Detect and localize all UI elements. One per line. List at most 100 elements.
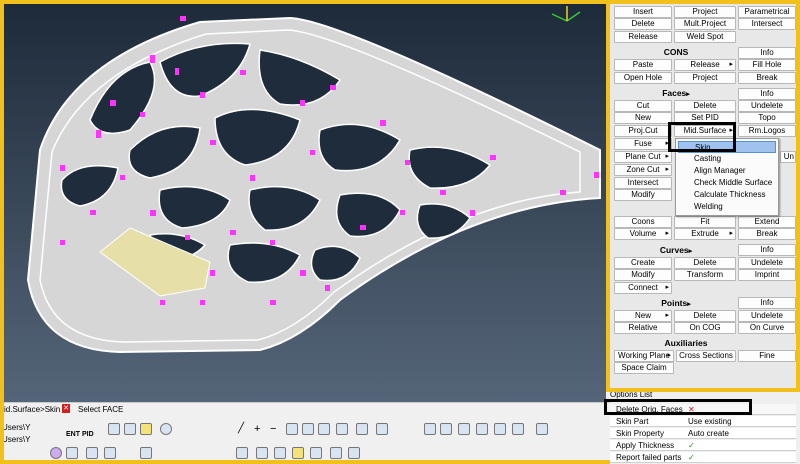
section-icon[interactable] (256, 447, 268, 459)
zone-cut-button[interactable]: Zone Cut (614, 164, 672, 176)
new-point-button[interactable]: New (614, 310, 672, 322)
intersect-top-button[interactable]: Intersect (738, 18, 796, 30)
undelete-curve-button[interactable]: Undelete (738, 257, 796, 269)
option-delete-orig-faces[interactable]: Delete Orig. Faces ✕ (608, 404, 796, 415)
working-plane-button[interactable]: Working Plane (614, 350, 674, 362)
cut-button[interactable]: Cut (614, 100, 672, 112)
delete-top-button[interactable]: Delete (614, 18, 672, 30)
rm-logos-button[interactable]: Rm.Logos (738, 125, 796, 137)
paste-button[interactable]: Paste (614, 59, 672, 71)
set-pid-button[interactable]: Set PID (674, 112, 736, 124)
delete-faces-button[interactable]: Delete (674, 100, 736, 112)
sphere-icon[interactable] (50, 447, 62, 459)
mid-surface-button[interactable]: Mid.Surface (674, 125, 736, 137)
break-cons-button[interactable]: Break (738, 72, 796, 84)
project-cons-button[interactable]: Project (674, 72, 736, 84)
hide-icon[interactable] (348, 447, 360, 459)
cons-info-button[interactable]: Info (738, 47, 796, 59)
modify-faces-button[interactable]: Modify (614, 189, 672, 201)
view-cube-icon[interactable] (440, 423, 452, 435)
break-surf-button[interactable]: Break (738, 228, 796, 240)
table-icon[interactable] (140, 447, 152, 459)
graphics-viewport[interactable] (0, 0, 610, 405)
un-partial-button[interactable]: Un (780, 151, 796, 163)
cursor-icon[interactable]: ╱ (238, 423, 250, 435)
relative-point-button[interactable]: Relative (614, 322, 672, 334)
clip-icon[interactable] (274, 447, 286, 459)
view-front-icon[interactable] (458, 423, 470, 435)
select-box-icon[interactable] (286, 423, 298, 435)
points-tool-icon[interactable] (356, 423, 368, 435)
option-skin-property[interactable]: Skin Property Auto create (608, 428, 796, 439)
new-faces-button[interactable]: New (614, 112, 672, 124)
mult-project-button[interactable]: Mult.Project (674, 18, 736, 30)
fit-button[interactable]: Fit (674, 216, 736, 228)
view-shaded-icon[interactable] (476, 423, 488, 435)
option-skin-part[interactable]: Skin Part Use existing (608, 416, 796, 427)
modify-curve-button[interactable]: Modify (614, 269, 672, 281)
fine-button[interactable]: Fine (738, 350, 796, 362)
menu-item-align-manager[interactable]: Align Manager (678, 165, 776, 177)
space-claim-button[interactable]: Space Claim (614, 362, 674, 374)
undelete-faces-button[interactable]: Undelete (738, 100, 796, 112)
insert-button[interactable]: Insert (614, 6, 672, 18)
plane-cut-button[interactable]: Plane Cut (614, 151, 672, 163)
release-top-button[interactable]: Release (614, 31, 672, 43)
scatter-icon[interactable] (376, 423, 388, 435)
menu-item-welding[interactable]: Welding (678, 201, 776, 213)
undelete-point-button[interactable]: Undelete (738, 310, 796, 322)
select-window-icon[interactable] (302, 423, 314, 435)
close-command-icon[interactable]: ✕ (62, 404, 70, 413)
project-button[interactable]: Project (674, 6, 736, 18)
menu-item-casting[interactable]: Casting (678, 153, 776, 165)
part-icon[interactable] (66, 447, 78, 459)
create-curve-button[interactable]: Create (614, 257, 672, 269)
curves-info-button[interactable]: Info (738, 244, 796, 256)
imprint-button[interactable]: Imprint (738, 269, 796, 281)
ent-label[interactable]: ENT (66, 431, 80, 438)
cube-icon[interactable] (108, 423, 120, 435)
delete-curve-button[interactable]: Delete (674, 257, 736, 269)
ent-toggle-icon[interactable] (424, 423, 436, 435)
option-apply-thickness[interactable]: Apply Thickness ✓ (608, 440, 796, 451)
release-cons-button[interactable]: Release (674, 59, 736, 71)
fill-hole-button[interactable]: Fill Hole (738, 59, 796, 71)
extrude-button[interactable]: Extrude (674, 228, 736, 240)
open-hole-button[interactable]: Open Hole (614, 72, 672, 84)
parametrical-button[interactable]: Parametrical (738, 6, 796, 18)
volume-button[interactable]: Volume (614, 228, 672, 240)
intersect-faces-button[interactable]: Intersect (614, 177, 672, 189)
points-info-button[interactable]: Info (738, 297, 796, 309)
plus-icon[interactable]: + (254, 423, 266, 435)
option-report-failed-parts[interactable]: Report failed parts ✓ (608, 452, 796, 463)
filter-icon[interactable] (318, 423, 330, 435)
pid-label[interactable]: PID (82, 431, 94, 438)
fuse-button[interactable]: Fuse (614, 138, 672, 150)
extend-button[interactable]: Extend (738, 216, 796, 228)
connect-button[interactable]: Connect (614, 282, 672, 294)
faces-info-button[interactable]: Info (738, 88, 796, 100)
lock-icon[interactable] (336, 423, 348, 435)
render-icon[interactable] (330, 447, 342, 459)
weld-spot-button[interactable]: Weld Spot (674, 31, 736, 43)
menu-item-calculate-thickness[interactable]: Calculate Thickness (678, 189, 776, 201)
burst-icon[interactable] (160, 423, 172, 435)
measure-icon[interactable] (236, 447, 248, 459)
proj-cut-button[interactable]: Proj.Cut (614, 125, 672, 137)
transform-curve-button[interactable]: Transform (674, 269, 736, 281)
cross-sections-button[interactable]: Cross Sections (676, 350, 736, 362)
tree-icon[interactable] (104, 447, 116, 459)
menu-item-check-middle-surface[interactable]: Check Middle Surface (678, 177, 776, 189)
on-curve-button[interactable]: On Curve (738, 322, 796, 334)
topo-button[interactable]: Topo (738, 112, 796, 124)
settings-icon[interactable] (536, 423, 548, 435)
highlight-icon[interactable] (140, 423, 152, 435)
assembly-icon[interactable] (86, 447, 98, 459)
color-icon[interactable] (292, 447, 304, 459)
delete-point-button[interactable]: Delete (674, 310, 736, 322)
on-cog-button[interactable]: On COG (674, 322, 736, 334)
minus-icon[interactable]: − (270, 423, 282, 435)
coons-button[interactable]: Coons (614, 216, 672, 228)
light-icon[interactable] (310, 447, 322, 459)
view-wire-icon[interactable] (494, 423, 506, 435)
